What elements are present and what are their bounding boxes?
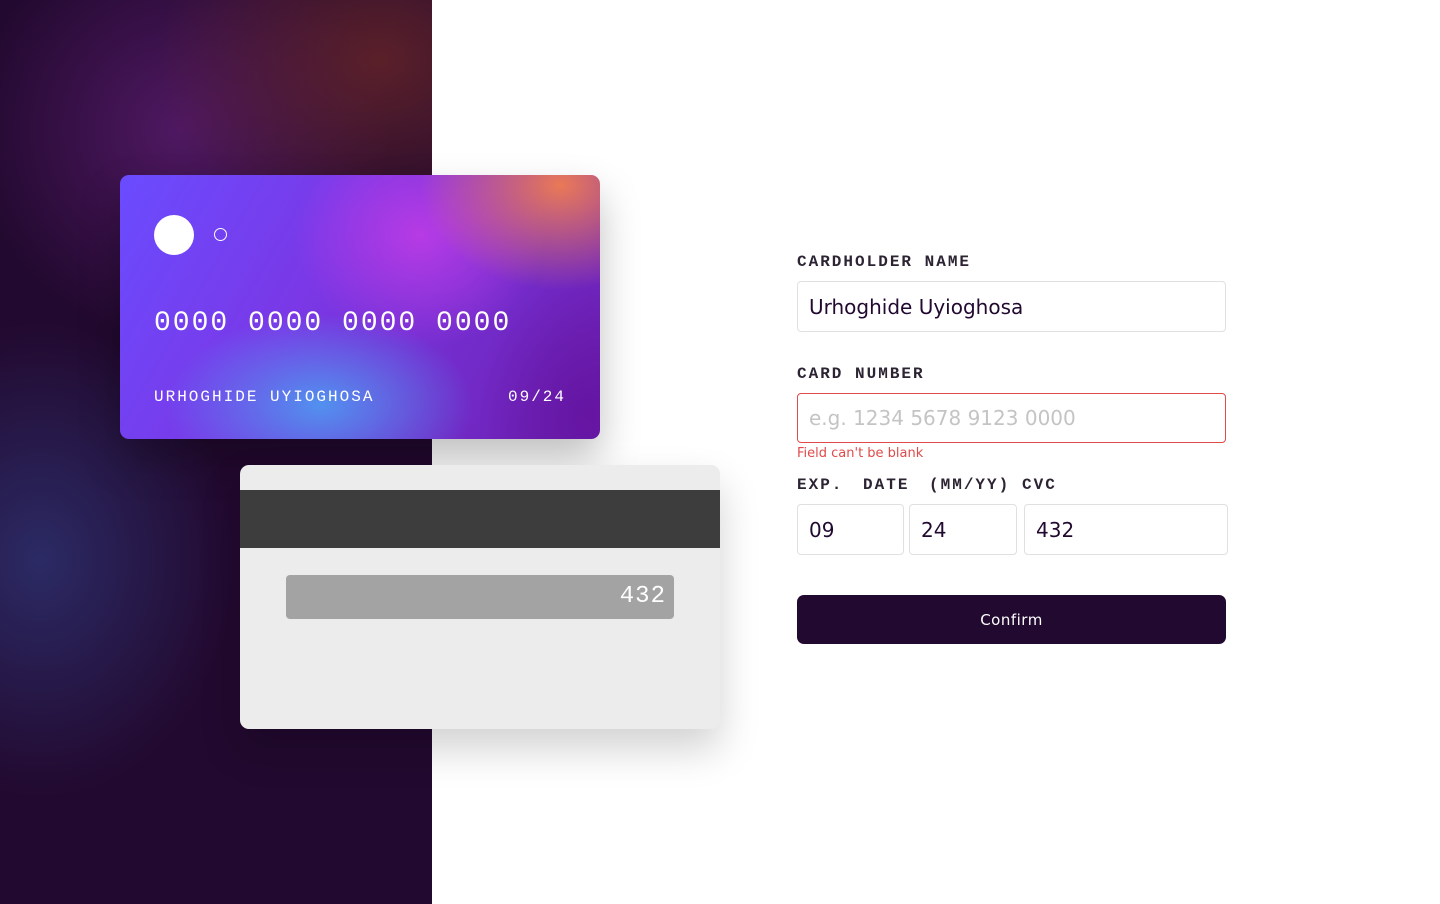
card-front: 0000 0000 0000 0000 URHOGHIDE UYIOGHOSA … xyxy=(120,175,600,439)
card-back-signature-strip: 432 xyxy=(286,575,674,619)
cardholder-name-label: CARDHOLDER NAME xyxy=(797,253,972,271)
card-number-error-message: Field can't be blank xyxy=(797,446,924,461)
exp-date-label: EXP. DATE (MM/YY) xyxy=(797,476,1011,494)
exp-year-input[interactable] xyxy=(909,504,1017,555)
cardholder-name-input[interactable] xyxy=(797,281,1226,332)
decorative-background-panel xyxy=(0,0,432,904)
cvc-input[interactable] xyxy=(1024,504,1228,555)
card-front-number: 0000 0000 0000 0000 xyxy=(154,308,512,339)
cvc-label: CVC xyxy=(1022,476,1057,494)
card-front-holder-name: URHOGHIDE UYIOGHOSA xyxy=(154,388,375,406)
card-back: 432 xyxy=(240,465,720,729)
card-logo-large-circle-icon xyxy=(154,215,194,255)
confirm-button[interactable]: Confirm xyxy=(797,595,1226,644)
card-number-label: CARD NUMBER xyxy=(797,365,925,383)
card-number-input[interactable] xyxy=(797,393,1226,443)
card-back-cvc: 432 xyxy=(619,583,666,610)
exp-month-input[interactable] xyxy=(797,504,904,555)
card-logo-small-circle-icon xyxy=(214,228,227,241)
card-back-magnetic-strip xyxy=(240,490,720,548)
card-front-expiry: 09/24 xyxy=(507,388,566,406)
